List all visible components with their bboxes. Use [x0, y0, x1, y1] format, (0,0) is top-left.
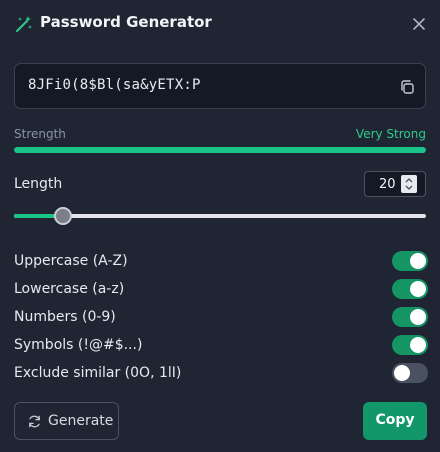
option-symbols: Symbols (!@#$...): [14, 335, 428, 357]
strength-meter: [14, 147, 426, 153]
password-display[interactable]: 8JFi0(8$Bl(sa&yETX:P: [14, 63, 426, 109]
chevron-down-icon[interactable]: [404, 184, 414, 192]
option-label: Uppercase (A-Z): [14, 253, 128, 269]
option-label: Exclude similar (0O, 1lI): [14, 365, 182, 381]
toggle-knob: [410, 309, 426, 325]
panel-title: Password Generator: [40, 13, 212, 31]
toggle-knob: [410, 253, 426, 269]
option-uppercase: Uppercase (A-Z): [14, 251, 428, 273]
length-value[interactable]: 20: [379, 177, 396, 192]
password-generator-panel: Password Generator 8JFi0(8$Bl(sa&yETX:P …: [0, 0, 440, 452]
length-stepper[interactable]: 20: [364, 171, 426, 197]
toggle-uppercase[interactable]: [392, 251, 428, 271]
option-label: Symbols (!@#$...): [14, 337, 143, 353]
copy-button[interactable]: Copy: [363, 402, 427, 440]
copy-button-label: Copy: [375, 412, 415, 428]
toggle-knob: [394, 365, 410, 381]
slider-thumb[interactable]: [54, 207, 72, 225]
header: Password Generator: [0, 0, 440, 48]
option-numbers: Numbers (0-9): [14, 307, 428, 329]
password-text[interactable]: 8JFi0(8$Bl(sa&yETX:P: [28, 77, 201, 93]
toggle-knob: [410, 281, 426, 297]
copy-icon[interactable]: [399, 79, 415, 95]
length-slider[interactable]: [14, 206, 426, 226]
refresh-icon: [29, 415, 40, 428]
option-lowercase: Lowercase (a-z): [14, 279, 428, 301]
generate-button[interactable]: Generate: [14, 402, 119, 440]
strength-value: Very Strong: [355, 127, 426, 141]
toggle-lowercase[interactable]: [392, 279, 428, 299]
length-label: Length: [14, 176, 63, 192]
strength-meter-fill: [14, 147, 426, 153]
stepper-spin-buttons: [401, 175, 417, 193]
strength-label: Strength: [14, 127, 66, 141]
toggle-symbols[interactable]: [392, 335, 428, 355]
chevron-up-icon[interactable]: [404, 176, 414, 184]
toggle-exclude-similar[interactable]: [392, 363, 428, 383]
toggle-knob: [410, 337, 426, 353]
option-exclude-similar: Exclude similar (0O, 1lI): [14, 363, 428, 385]
toggle-numbers[interactable]: [392, 307, 428, 327]
option-label: Lowercase (a-z): [14, 281, 125, 297]
slider-track: [14, 214, 426, 218]
magic-wand-icon: [16, 16, 32, 32]
close-icon[interactable]: [410, 15, 428, 33]
option-label: Numbers (0-9): [14, 309, 116, 325]
generate-button-label: Generate: [48, 413, 114, 429]
